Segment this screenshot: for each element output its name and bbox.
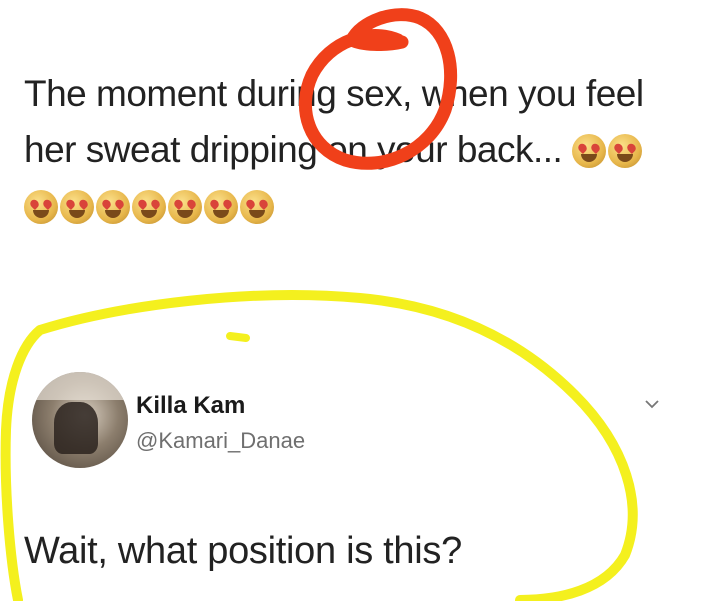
- heart-eyes-emoji-icon: [96, 190, 130, 224]
- reply-text: Wait, what position is this?: [24, 530, 462, 572]
- emoji-row: [24, 178, 664, 234]
- reply-header: Killa Kam @Kamari_Danae: [24, 372, 684, 482]
- user-handle[interactable]: @Kamari_Danae: [136, 428, 305, 454]
- heart-eyes-emoji-icon: [572, 134, 607, 168]
- heart-eyes-emoji-icon: [132, 190, 166, 224]
- original-tweet-text: The moment during sex, when you feel her…: [24, 66, 664, 234]
- tweet-line-1: The moment during sex, when you feel: [24, 73, 644, 114]
- yellow-mark: [226, 332, 250, 342]
- avatar[interactable]: [32, 372, 128, 468]
- heart-eyes-emoji-icon: [168, 190, 202, 224]
- heart-eyes-emoji-icon: [240, 190, 274, 224]
- chevron-down-icon[interactable]: [644, 396, 660, 412]
- heart-eyes-emoji-icon: [204, 190, 238, 224]
- tweet-line-2: her sweat dripping on your back...: [24, 129, 563, 170]
- heart-eyes-emoji-icon: [24, 190, 58, 224]
- heart-eyes-emoji-icon: [608, 134, 643, 168]
- display-name[interactable]: Killa Kam: [136, 392, 245, 420]
- heart-eyes-emoji-icon: [60, 190, 94, 224]
